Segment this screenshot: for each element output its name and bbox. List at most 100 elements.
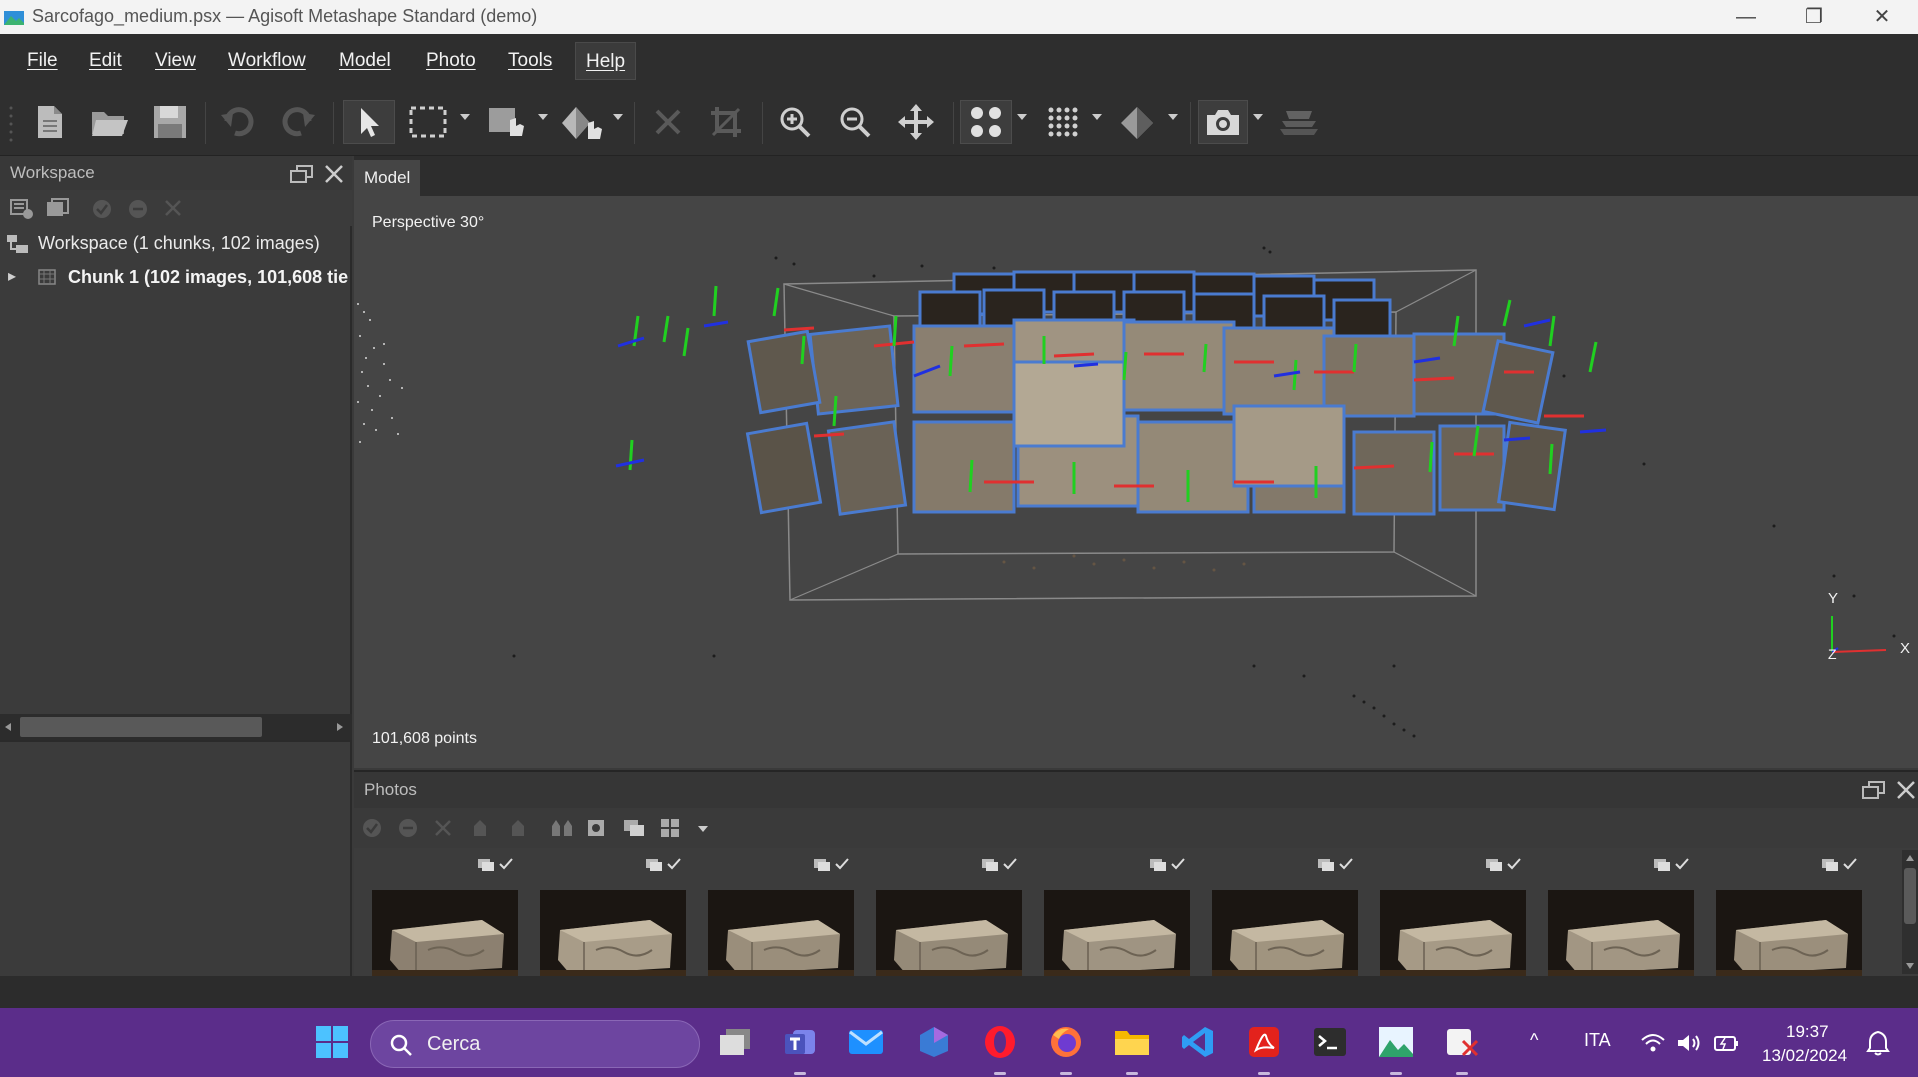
tie-points-dropdown-arrow[interactable] [1092,114,1102,120]
menu-model[interactable]: Model [329,42,401,80]
reset-view-button[interactable] [894,100,938,144]
chunk-row[interactable]: ▸ Chunk 1 (102 images, 101,608 tie point… [0,260,350,294]
add-chunk-icon[interactable] [10,198,34,220]
menu-edit[interactable]: Edit [79,42,132,80]
filter-photos-icon[interactable] [550,818,574,838]
enable-photo-icon[interactable] [362,818,382,838]
expand-arrow-icon[interactable]: ▸ [8,260,16,294]
move-region-button[interactable] [484,100,532,144]
battery-icon[interactable] [1712,1032,1740,1054]
layers-button[interactable] [1276,100,1322,144]
redo-button[interactable] [278,100,318,144]
minimize-button[interactable]: — [1712,0,1780,34]
close-window-button[interactable]: ✕ [1848,0,1916,34]
notification-bell-icon[interactable] [1866,1030,1890,1056]
photo-thumbnail[interactable] [1548,890,1694,978]
photo-thumbnail[interactable] [540,890,686,978]
volume-icon[interactable] [1676,1032,1702,1054]
point-cloud-scene[interactable] [354,196,1918,768]
show-cameras-button[interactable] [1198,100,1248,144]
photo-thumbnail[interactable] [876,890,1022,978]
taskbar-file-explorer[interactable] [1112,1022,1152,1075]
zoom-in-button[interactable] [775,100,815,144]
photo-thumbnail[interactable] [1380,890,1526,978]
menu-help[interactable]: Help [575,42,637,80]
menu-view[interactable]: View [145,42,206,80]
scroll-left-icon[interactable] [4,722,12,732]
close-photos-panel-icon[interactable] [1896,780,1916,800]
save-button[interactable] [148,100,192,144]
view-mode-dropdown-arrow[interactable] [698,826,708,832]
remove-item-icon[interactable] [164,199,182,217]
undo-button[interactable] [218,100,258,144]
photo-thumbnail[interactable] [372,890,518,978]
photo-thumbnail[interactable] [708,890,854,978]
tie-points-button[interactable] [1040,100,1086,144]
enable-camera-icon[interactable] [92,199,112,219]
add-photos-icon[interactable] [46,198,70,220]
scroll-down-icon[interactable] [1905,962,1915,970]
menu-tools[interactable]: Tools [498,42,562,80]
rotate-right-icon[interactable] [506,818,528,838]
crop-selection-button[interactable] [706,100,746,144]
close-panel-icon[interactable] [324,164,344,184]
clock-date[interactable]: 13/02/2024 [1762,1046,1847,1066]
photos-vertical-scrollbar[interactable] [1902,850,1918,974]
reset-filter-icon[interactable] [586,818,606,838]
taskbar-search-box[interactable]: Cerca [370,1020,700,1068]
taskbar-firefox[interactable] [1046,1022,1086,1075]
navigation-tool-button[interactable] [343,100,395,144]
move-region-dropdown-arrow[interactable] [538,114,548,120]
taskbar-task-view[interactable] [716,1022,756,1062]
clock-time[interactable]: 19:37 [1786,1022,1829,1042]
selection-dropdown-arrow[interactable] [460,114,470,120]
point-cloud-dropdown-arrow[interactable] [1017,114,1027,120]
taskbar-snipping-tool[interactable] [1442,1022,1482,1075]
float-photos-panel-icon[interactable] [1862,781,1886,799]
start-button[interactable] [312,1022,352,1062]
taskbar-opera[interactable] [980,1022,1020,1075]
wifi-icon[interactable] [1640,1032,1666,1054]
maximize-button[interactable]: ❐ [1780,0,1848,34]
model-viewport[interactable]: Model Perspective 30° 101,608 points Y X… [354,156,1918,768]
float-panel-icon[interactable] [290,165,314,183]
point-cloud-button[interactable] [960,100,1012,144]
workspace-horizontal-scrollbar[interactable] [0,714,352,740]
scroll-right-icon[interactable] [336,722,344,732]
taskbar-terminal[interactable] [1310,1022,1350,1062]
menu-photo[interactable]: Photo [416,42,486,80]
photo-thumbnail[interactable] [1212,890,1358,978]
input-language-indicator[interactable]: ITA [1584,1030,1611,1051]
rotate-object-button[interactable] [556,100,608,144]
thumbnail-view-icon[interactable] [622,818,646,838]
photo-thumbnail[interactable] [1044,890,1190,978]
show-hidden-icons-button[interactable]: ^ [1530,1030,1538,1051]
zoom-out-button[interactable] [835,100,875,144]
photo-thumbnail[interactable] [1716,890,1862,978]
rectangle-selection-button[interactable] [404,100,452,144]
new-document-button[interactable] [30,100,70,144]
taskbar-mail[interactable] [846,1022,886,1062]
taskbar-vscode[interactable] [1178,1022,1218,1062]
rotate-left-icon[interactable] [470,818,492,838]
photos-scrollbar-thumb[interactable] [1904,868,1916,924]
taskbar-metashape[interactable] [1376,1022,1416,1075]
model-dropdown-arrow[interactable] [1168,114,1178,120]
menu-file[interactable]: File [17,42,68,80]
scroll-up-icon[interactable] [1905,854,1915,862]
taskbar-teams[interactable] [780,1022,820,1075]
tab-model[interactable]: Model [354,160,421,196]
grid-view-icon[interactable] [660,818,680,838]
shaded-model-button[interactable] [1114,100,1160,144]
menu-workflow[interactable]: Workflow [218,42,316,80]
workspace-tree-root[interactable]: Workspace (1 chunks, 102 images) [0,226,350,260]
scrollbar-thumb[interactable] [20,717,262,737]
disable-photo-icon[interactable] [398,818,418,838]
remove-photo-icon[interactable] [434,819,452,837]
open-button[interactable] [88,100,132,144]
taskbar-copilot[interactable] [914,1022,954,1062]
disable-camera-icon[interactable] [128,199,148,219]
camera-dropdown-arrow[interactable] [1253,114,1263,120]
delete-selection-button[interactable] [648,100,688,144]
taskbar-acrobat[interactable] [1244,1022,1284,1075]
